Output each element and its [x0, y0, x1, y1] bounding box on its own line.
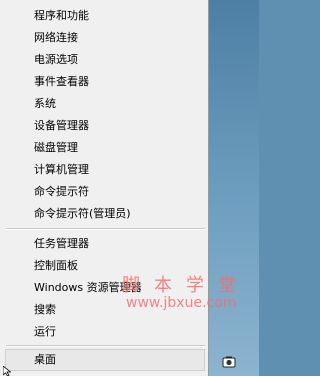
mouse-cursor-icon: [3, 366, 11, 376]
menu-separator: [6, 228, 205, 230]
menu-item-disk-management[interactable]: 磁盘管理: [34, 137, 78, 158]
menu-item-command-prompt-admin[interactable]: 命令提示符(管理员): [34, 203, 131, 224]
menu-item-event-viewer[interactable]: 事件查看器: [34, 71, 89, 92]
menu-item-power-options[interactable]: 电源选项: [34, 49, 78, 70]
menu-item-computer-management[interactable]: 计算机管理: [34, 159, 89, 180]
quick-access-menu: 程序和功能 网络连接 电源选项 事件查看器 系统 设备管理器 磁盘管理 计算机管…: [0, 0, 209, 376]
menu-item-run[interactable]: 运行: [34, 321, 56, 342]
tray-app-icon[interactable]: [222, 355, 236, 369]
menu-item-control-panel[interactable]: 控制面板: [34, 255, 78, 276]
menu-item-programs-features[interactable]: 程序和功能: [34, 5, 89, 26]
menu-item-desktop-label: 桌面: [34, 353, 56, 366]
menu-item-command-prompt[interactable]: 命令提示符: [34, 181, 89, 202]
menu-item-network-connections[interactable]: 网络连接: [34, 27, 78, 48]
menu-separator: [6, 345, 205, 347]
menu-item-file-explorer[interactable]: Windows 资源管理器: [34, 277, 142, 298]
menu-item-system[interactable]: 系统: [34, 93, 56, 114]
menu-item-device-manager[interactable]: 设备管理器: [34, 115, 89, 136]
menu-item-task-manager[interactable]: 任务管理器: [34, 233, 89, 254]
menu-item-desktop[interactable]: 桌面: [5, 349, 205, 371]
menu-item-search[interactable]: 搜索: [34, 299, 56, 320]
